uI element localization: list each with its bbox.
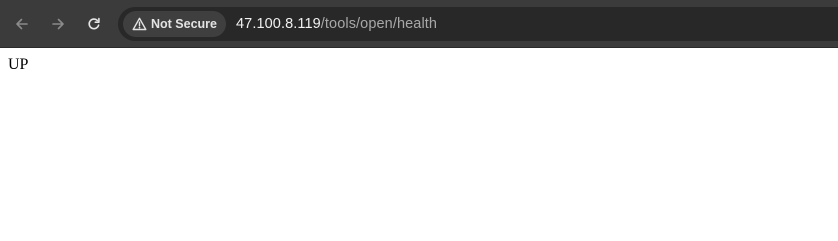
forward-button[interactable] (46, 12, 70, 36)
browser-window: Not Secure 47.100.8.119/tools/open/healt… (0, 0, 838, 241)
health-status-text: UP (8, 56, 29, 73)
url-path: /tools/open/health (320, 16, 438, 32)
security-label: Not Secure (151, 17, 217, 31)
reload-icon (88, 17, 100, 30)
page-content: UP (0, 48, 838, 241)
url-host: 47.100.8.119 (236, 16, 321, 32)
url-text[interactable]: 47.100.8.119/tools/open/health (236, 16, 437, 32)
security-indicator-button[interactable]: Not Secure (123, 11, 226, 37)
reload-button[interactable] (82, 12, 106, 36)
forward-arrow-icon (52, 18, 64, 30)
back-button[interactable] (10, 12, 34, 36)
address-bar[interactable]: Not Secure 47.100.8.119/tools/open/healt… (118, 7, 838, 41)
back-arrow-icon (16, 18, 28, 30)
browser-toolbar: Not Secure 47.100.8.119/tools/open/healt… (0, 0, 838, 48)
warning-triangle-icon (131, 16, 147, 32)
